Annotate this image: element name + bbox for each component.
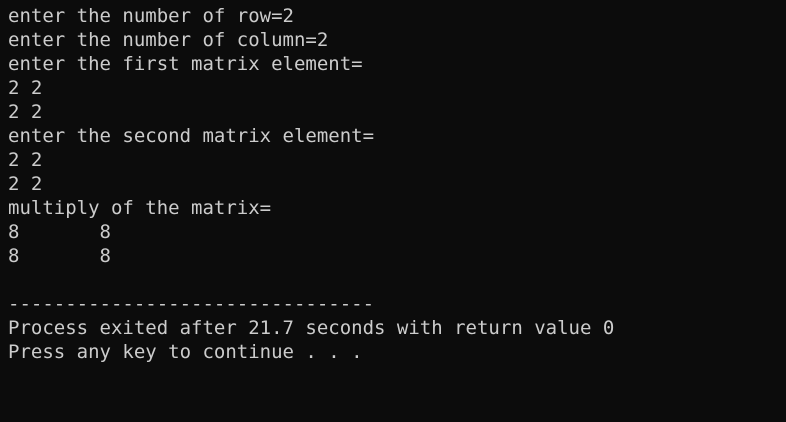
prompt-second-matrix: enter the second matrix element= bbox=[8, 125, 375, 147]
second-matrix-row: 2 2 bbox=[8, 173, 43, 195]
prompt-first-matrix: enter the first matrix element= bbox=[8, 53, 363, 75]
result-matrix-row: 8 8 bbox=[8, 221, 111, 243]
prompt-rows: enter the number of row=2 bbox=[8, 5, 294, 27]
result-matrix-row: 8 8 bbox=[8, 245, 111, 267]
separator-line: -------------------------------- bbox=[8, 293, 375, 315]
first-matrix-row: 2 2 bbox=[8, 77, 43, 99]
second-matrix-row: 2 2 bbox=[8, 149, 43, 171]
result-heading: multiply of the matrix= bbox=[8, 197, 272, 219]
prompt-columns: enter the number of column=2 bbox=[8, 29, 329, 51]
process-exit-message: Process exited after 21.7 seconds with r… bbox=[8, 317, 615, 339]
press-any-key-message: Press any key to continue . . . bbox=[8, 341, 363, 363]
console-window[interactable]: enter the number of row=2 enter the numb… bbox=[0, 0, 786, 422]
first-matrix-row: 2 2 bbox=[8, 101, 43, 123]
